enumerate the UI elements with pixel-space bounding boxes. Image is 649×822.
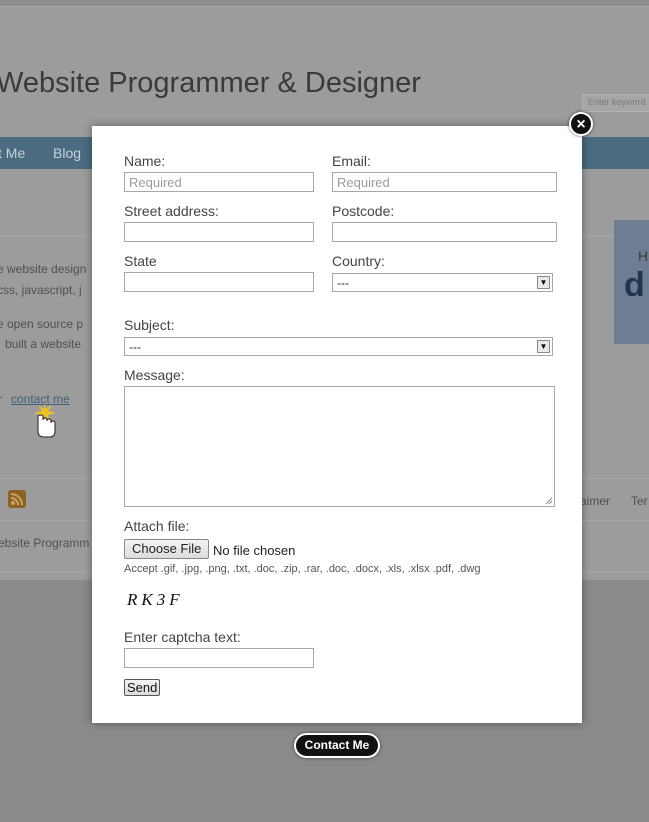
captcha-label: Enter captcha text: xyxy=(124,629,241,645)
hand-cursor-icon xyxy=(34,403,56,438)
postcode-input[interactable] xyxy=(332,222,557,242)
footer-link-disclaimer[interactable]: aimer xyxy=(580,494,610,508)
banner-text: H xyxy=(638,248,649,264)
country-select[interactable]: --- ▼ xyxy=(332,273,553,292)
body-text: built a website xyxy=(5,337,82,351)
nav-item-contact[interactable]: t Me xyxy=(0,145,25,161)
file-status-text: No file chosen xyxy=(213,543,296,558)
body-text: css, javascript, j xyxy=(0,283,82,297)
country-value: --- xyxy=(337,276,349,290)
name-input[interactable] xyxy=(124,172,314,192)
body-text: r xyxy=(0,392,2,406)
street-address-input[interactable] xyxy=(124,222,314,242)
state-input[interactable] xyxy=(124,272,314,292)
message-label: Message: xyxy=(124,367,185,383)
subject-value: --- xyxy=(129,340,141,354)
close-button[interactable]: × xyxy=(569,112,593,136)
rss-icon[interactable] xyxy=(8,490,26,508)
email-input[interactable] xyxy=(332,172,557,192)
message-textarea[interactable] xyxy=(124,386,555,507)
top-strip xyxy=(0,0,649,7)
name-label: Name: xyxy=(124,153,166,169)
contact-me-button[interactable]: Contact Me xyxy=(294,733,380,758)
body-text: e website design xyxy=(0,262,87,276)
attach-file-label: Attach file: xyxy=(124,518,190,534)
nav-item-blog[interactable]: Blog xyxy=(53,145,81,161)
send-button[interactable]: Send xyxy=(124,679,161,696)
choose-file-button[interactable]: Choose File xyxy=(124,539,210,559)
subject-select[interactable]: --- ▼ xyxy=(124,337,553,356)
footer-text: ebsite Programm xyxy=(0,536,90,550)
site-title: Website Programmer & Designer xyxy=(0,67,421,99)
side-banner[interactable]: H d xyxy=(614,220,649,344)
resize-handle-icon[interactable] xyxy=(545,497,553,505)
subject-label: Subject: xyxy=(124,317,175,333)
banner-text: d xyxy=(624,266,645,304)
footer-link-terms[interactable]: Ter xyxy=(631,494,648,508)
postcode-label: Postcode: xyxy=(332,203,395,219)
email-label: Email: xyxy=(332,153,371,169)
chevron-down-icon[interactable]: ▼ xyxy=(537,340,550,353)
body-text: e open source p xyxy=(0,317,84,331)
search-input[interactable]: Enter keyword xyxy=(582,94,649,112)
captcha-image: RK3F xyxy=(127,590,184,609)
chevron-down-icon[interactable]: ▼ xyxy=(537,276,550,289)
street-address-label: Street address: xyxy=(124,203,219,219)
country-label: Country: xyxy=(332,253,385,269)
accepted-file-types: Accept .gif, .jpg, .png, .txt, .doc, .zi… xyxy=(124,563,481,575)
captcha-input[interactable] xyxy=(124,648,314,668)
state-label: State xyxy=(124,253,157,269)
